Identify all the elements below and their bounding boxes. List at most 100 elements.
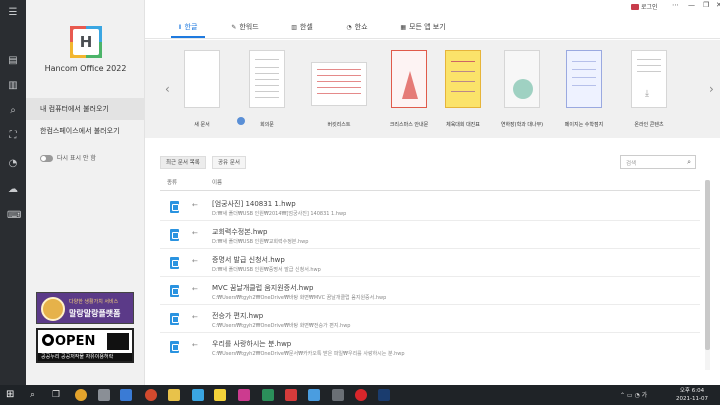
- file-row[interactable]: ← [엄궁사진] 140831 1.hwp D:₩새 폴더₩USB 인원₩201…: [160, 194, 700, 221]
- search-input[interactable]: 검색 ⌕: [620, 155, 696, 169]
- hwp-icon: Ⅱ: [178, 24, 182, 31]
- clock-date: 2021-11-07: [676, 396, 708, 402]
- chat-icon[interactable]: ◔: [7, 158, 19, 170]
- recent-documents: 최근 문서 목록 공유 문서 검색 ⌕ 종류 이름 ← [엄궁사진] 14083…: [145, 138, 720, 385]
- chevron-left-icon[interactable]: ‹: [165, 82, 170, 96]
- messenger-icon[interactable]: [192, 389, 204, 401]
- sidebar-item-open-local[interactable]: 내 컴퓨터에서 불러오기: [26, 98, 145, 120]
- file-row[interactable]: ← 우리를 사랑하시는 분.hwp C:₩Users₩tgyh2₩OneDriv…: [160, 334, 700, 361]
- template-meeting[interactable]: 회의문: [243, 50, 291, 128]
- kakaotalk-icon[interactable]: [214, 389, 226, 401]
- pin-icon[interactable]: ←: [192, 257, 198, 265]
- task-view-icon[interactable]: ❐: [52, 389, 64, 401]
- book-icon[interactable]: ▥: [7, 80, 19, 92]
- template-new-year-card[interactable]: 연하장(학과 대나무): [498, 50, 546, 128]
- template-math-note[interactable]: 페이지는 수학점지: [560, 50, 608, 128]
- tab-hangul[interactable]: Ⅱ 한글: [171, 19, 205, 38]
- file-name: 교회력수정본.hwp: [212, 228, 268, 236]
- scrollbar-thumb[interactable]: [705, 180, 710, 350]
- template-new-document[interactable]: 새 문서: [178, 50, 226, 128]
- template-christmas[interactable]: 크리스마스 안내문: [385, 50, 433, 128]
- folder-icon[interactable]: [168, 389, 180, 401]
- info-icon[interactable]: [237, 117, 245, 125]
- app-icon[interactable]: [98, 389, 110, 401]
- hwp-file-icon: [170, 229, 179, 241]
- file-path: C:₩Users₩tgyh2₩OneDrive₩바탕 화면₩전승가 편지.hwp: [212, 323, 351, 329]
- template-thumbnail: [566, 50, 602, 108]
- file-row[interactable]: ← MVC 꿈날개클럽 움지원증서.hwp C:₩Users₩tgyh2₩One…: [160, 278, 700, 305]
- file-row[interactable]: ← 교회력수정본.hwp D:₩새 폴더₩USB 인원₩교회력수정본.hwp: [160, 222, 700, 249]
- file-name: 전승가 편지.hwp: [212, 312, 264, 320]
- minimize-button[interactable]: —: [688, 1, 695, 9]
- platform-banner[interactable]: 다양한 생활가치 서비스 말랑말랑플랫폼: [36, 292, 134, 324]
- chrome-icon[interactable]: [75, 389, 87, 401]
- pie-icon: ◔: [346, 24, 352, 31]
- pin-icon[interactable]: ←: [192, 229, 198, 237]
- search-icon[interactable]: ⌕: [7, 105, 19, 117]
- capture-icon[interactable]: ⛶: [7, 130, 19, 142]
- search-icon[interactable]: ⌕: [30, 389, 42, 401]
- pin-icon[interactable]: ←: [192, 201, 198, 209]
- tab-hanshow[interactable]: ◔ 한쇼: [340, 19, 374, 38]
- template-online-content[interactable]: ⤓ 온라인 콘텐츠: [625, 50, 673, 128]
- app-icon[interactable]: [285, 389, 297, 401]
- more-icon[interactable]: ⋯: [672, 1, 679, 9]
- download-icon: ⤓: [645, 89, 649, 99]
- document-icon[interactable]: ▤: [7, 55, 19, 67]
- keyboard-icon[interactable]: ⌨: [7, 210, 21, 222]
- media-icon[interactable]: [145, 389, 157, 401]
- title-bar: 로그인 ⋯ — ❐ ✕: [145, 0, 720, 14]
- sidebar-item-open-hancomspace[interactable]: 한컴스페이스에서 불러오기: [26, 120, 145, 142]
- hancom-taskbar-icon[interactable]: [120, 389, 132, 401]
- brand-name: Hancom Office 2022: [44, 64, 127, 73]
- banner-title: 말랑말랑플랫폼: [69, 309, 121, 318]
- template-thumbnail: [311, 62, 367, 106]
- file-path: C:₩Users₩tgyh2₩OneDrive₩문서₩카카오톡 받은 파일₩우리…: [212, 351, 405, 357]
- pin-icon[interactable]: ←: [192, 313, 198, 321]
- opera-icon[interactable]: [355, 389, 367, 401]
- template-thumbnail: ⤓: [631, 50, 667, 108]
- pin-icon[interactable]: ←: [192, 285, 198, 293]
- template-thumbnail: [445, 50, 481, 108]
- tab-shared-docs[interactable]: 공유 문서: [212, 156, 246, 169]
- close-button[interactable]: ✕: [716, 1, 720, 9]
- template-thumbnail: [249, 50, 285, 108]
- maximize-button[interactable]: ❐: [703, 1, 709, 9]
- app-icon[interactable]: [308, 389, 320, 401]
- menu-icon[interactable]: ☰: [7, 7, 19, 19]
- user-flag-icon: [631, 4, 639, 10]
- windows-start-icon[interactable]: ⊞: [6, 389, 18, 401]
- template-gallery: ‹ › 새 문서 회의문 버킷리스트 크리스마스 안내문 체육대회 대진표 연하…: [145, 40, 720, 138]
- clock[interactable]: 오후 6:04 2021-11-07: [676, 387, 708, 403]
- logo-letter: H: [73, 29, 99, 55]
- file-path: D:₩새 폴더₩USB 인원₩증명서 발급 신청서.hwp: [212, 267, 321, 273]
- scrollbar[interactable]: [705, 180, 710, 370]
- hwp-file-icon: [170, 313, 179, 325]
- open-logo: OPEN: [42, 334, 95, 349]
- left-icon-bar: ☰ ▤ ▥ ⌕ ⛶ ◔ ☁ ⌨: [0, 0, 26, 385]
- app-icon[interactable]: [262, 389, 274, 401]
- login-button[interactable]: 로그인: [631, 2, 658, 11]
- chevron-right-icon[interactable]: ›: [709, 82, 714, 96]
- file-row[interactable]: ← 전승가 편지.hwp C:₩Users₩tgyh2₩OneDrive₩바탕 …: [160, 306, 700, 333]
- dont-show-toggle[interactable]: [40, 155, 53, 162]
- hwp-file-icon: [170, 257, 179, 269]
- tab-hancell[interactable]: ▥ 한셀: [285, 19, 319, 38]
- template-sports-bracket[interactable]: 체육대회 대진표: [439, 50, 487, 128]
- app-icon[interactable]: [238, 389, 250, 401]
- tab-hanword[interactable]: ✎ 한워드: [225, 19, 265, 38]
- system-tray-icons[interactable]: ⌃ ▭ ◔ 가: [620, 390, 647, 399]
- tab-all-apps[interactable]: ▦ 모든 앱 보기: [396, 19, 450, 38]
- tab-recent-list[interactable]: 최근 문서 목록: [160, 156, 206, 169]
- template-label: 페이지는 수학점지: [564, 122, 604, 128]
- file-path: D:₩새 폴더₩USB 인원₩2014₩[엄궁사진] 140831 1.hwp: [212, 211, 347, 217]
- open-license-banner[interactable]: OPEN 공공누리 공공저작물 자유이용허락: [36, 328, 134, 363]
- template-bucketlist[interactable]: 버킷리스트: [311, 50, 367, 128]
- pin-icon[interactable]: ←: [192, 341, 198, 349]
- cloud-icon[interactable]: ☁: [7, 184, 19, 196]
- file-path: D:₩새 폴더₩USB 인원₩교회력수정본.hwp: [212, 239, 309, 245]
- file-row[interactable]: ← 증명서 발급 신청서.hwp D:₩새 폴더₩USB 인원₩증명서 발급 신…: [160, 250, 700, 277]
- app-icon[interactable]: [378, 389, 390, 401]
- file-name: 증명서 발급 신청서.hwp: [212, 256, 285, 264]
- app-icon[interactable]: [332, 389, 344, 401]
